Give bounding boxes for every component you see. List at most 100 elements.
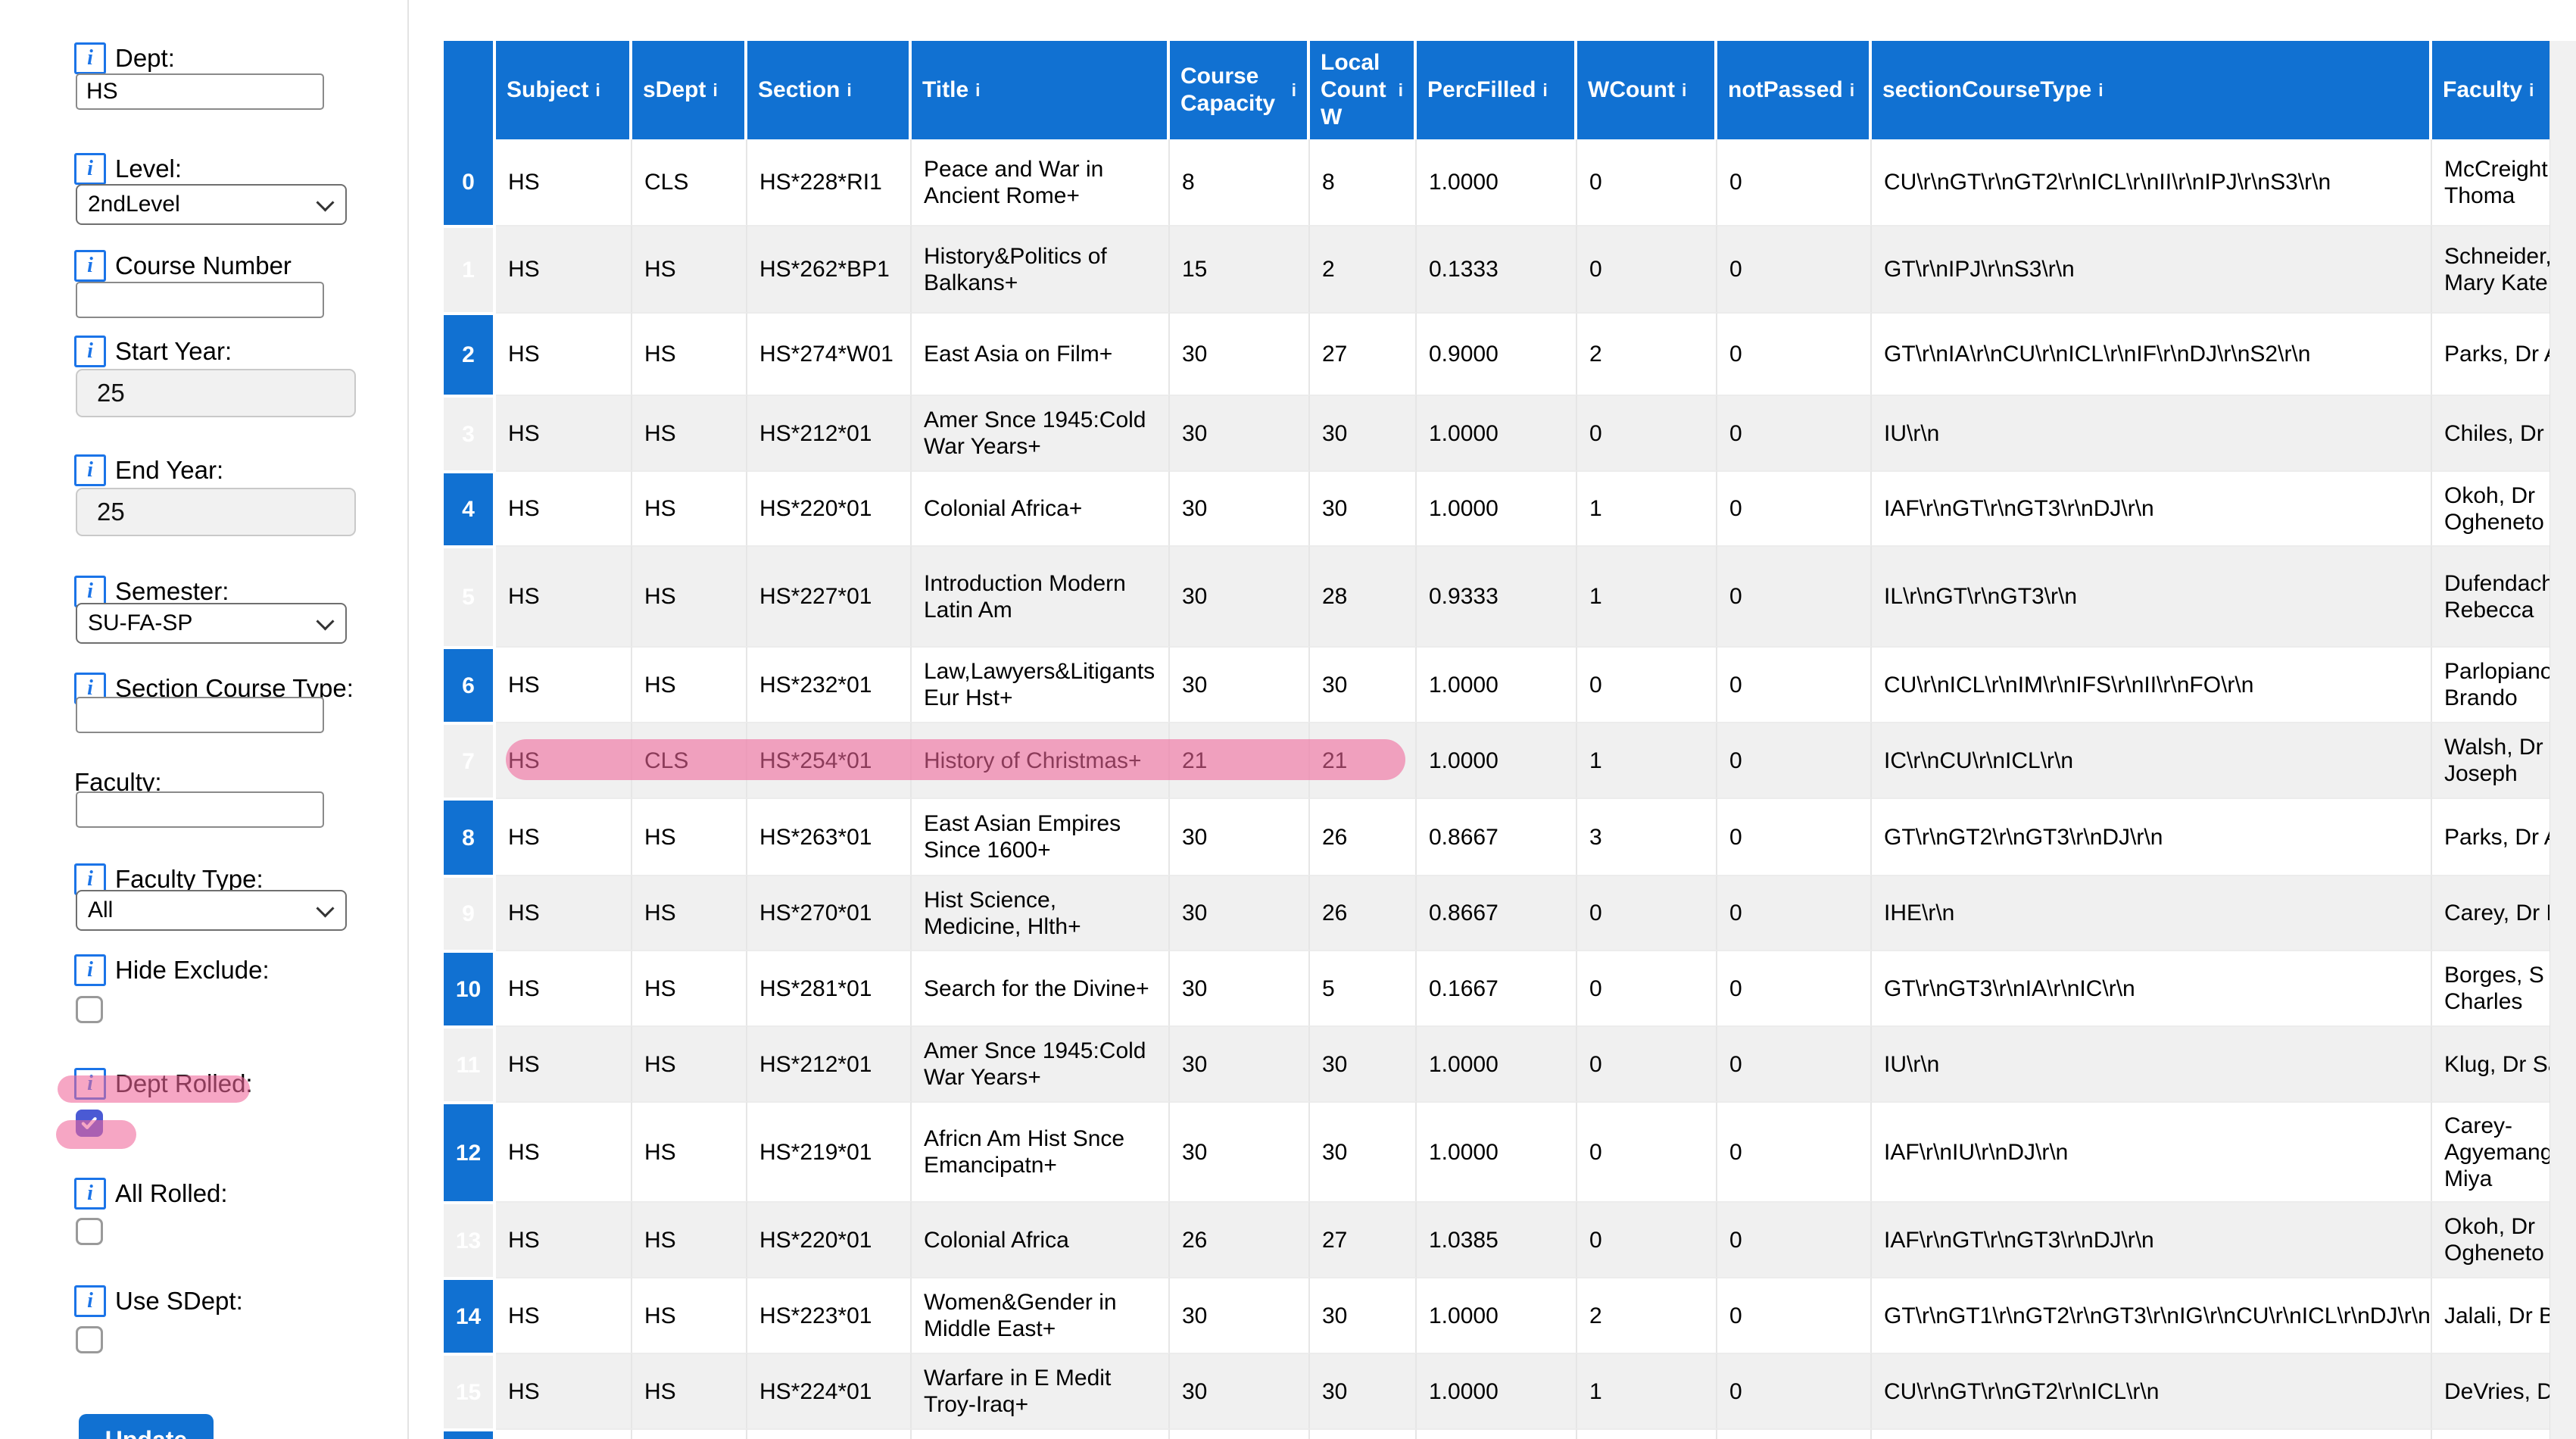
field-control-dept-rolled [76, 1110, 103, 1137]
end-year-input[interactable] [76, 488, 356, 536]
table-row: 3 HS HS HS*212*01 Amer Snce 1945:Cold War Ye… [444, 395, 2576, 470]
dept-input[interactable] [76, 73, 324, 110]
field-label-use-sdept: i Use SDept: [74, 1285, 243, 1317]
cell-local-count-w: 30 [1310, 395, 1417, 470]
column-header-wcount[interactable]: WCount i [1577, 41, 1717, 139]
cell-title: Law,Lawyers&Litigants Eur Hst+ [912, 646, 1170, 722]
cell-sdept: HS [632, 1025, 747, 1101]
cell-subject: HS [496, 1277, 632, 1353]
row-index: 5 [444, 545, 496, 646]
dept-rolled-checkbox[interactable] [76, 1110, 103, 1137]
info-icon[interactable]: i [74, 454, 106, 486]
cell-section: HS*274*W01 [747, 312, 912, 395]
cell-percfilled: 1.0000 [1417, 646, 1577, 722]
column-header-label: sectionCourseType [1882, 77, 2092, 102]
cell-title: Colonial Africa [912, 1201, 1170, 1277]
column-info-icon: i [1542, 80, 1548, 100]
cell-notpassed: 0 [1717, 395, 1872, 470]
cell-sdept: HS [632, 646, 747, 722]
cell-wcount: 0 [1577, 1101, 1717, 1201]
info-icon[interactable]: i [74, 42, 106, 74]
column-header-section[interactable]: Section i [747, 41, 912, 139]
cell-wcount: 2 [1577, 1277, 1717, 1353]
info-icon[interactable]: i [74, 250, 106, 282]
cell-percfilled: 0.8667 [1417, 798, 1577, 875]
course-number-input[interactable] [76, 282, 324, 318]
cell-percfilled: 1.0000 [1417, 1353, 1577, 1428]
column-header-sdept[interactable]: sDept i [632, 41, 747, 139]
column-header-label: Faculty [2443, 77, 2523, 102]
cell-sectioncoursetype: GT\r\nGT3\r\nIA\r\nIC\r\n [1872, 950, 2432, 1025]
column-header-sectioncoursetype[interactable]: sectionCourseType i [1872, 41, 2432, 139]
cell-sectioncoursetype: CU\r\nICL\r\nIM\r\nIFS\r\nII\r\nFO\r\n [1872, 646, 2432, 722]
cell-sdept: HS [632, 1277, 747, 1353]
row-index: 12 [444, 1101, 496, 1201]
cell-local-count-w: 26 [1310, 798, 1417, 875]
cell-title: Introduction Modern Latin Am [912, 545, 1170, 646]
section-course-type-input[interactable] [76, 697, 324, 733]
cell-local-count-w [1310, 1428, 1417, 1439]
cell-percfilled: 1.0000 [1417, 722, 1577, 798]
cell-wcount: 0 [1577, 875, 1717, 950]
column-header-label: sDept [643, 77, 706, 102]
cell-sectioncoursetype: IAF\r\nIU\r\nDJ\r\n [1872, 1101, 2432, 1201]
all-rolled-checkbox[interactable] [76, 1218, 103, 1245]
cell-local-count-w: 30 [1310, 646, 1417, 722]
cell-course-capacity: 30 [1170, 798, 1310, 875]
cell-local-count-w: 8 [1310, 139, 1417, 225]
cell-section: HS*281*01 [747, 950, 912, 1025]
info-icon[interactable]: i [74, 1178, 106, 1210]
info-icon[interactable]: i [74, 954, 106, 986]
table-row: 14 HS HS HS*223*01 Women&Gender in Middle Ea… [444, 1277, 2576, 1353]
cell-subject: HS [496, 646, 632, 722]
field-label-hide-exclude: i Hide Exclude: [74, 954, 270, 986]
cell-title: Hist Science, Medicine, Hlth+ [912, 875, 1170, 950]
cell-section: HS*212*01 [747, 395, 912, 470]
cell-course-capacity: 30 [1170, 1353, 1310, 1428]
level-select[interactable]: 2ndLevel [76, 184, 347, 225]
column-info-icon: i [847, 80, 852, 100]
column-header-title[interactable]: Title i [912, 41, 1170, 139]
field-control-course-number [76, 282, 324, 318]
info-icon[interactable]: i [74, 1285, 106, 1317]
start-year-input[interactable] [76, 369, 356, 417]
cell-course-capacity: 30 [1170, 312, 1310, 395]
row-index: 8 [444, 798, 496, 875]
column-header-label: Subject [507, 77, 589, 102]
cell-wcount: 2 [1577, 312, 1717, 395]
cell-title: Women&Gender in Middle East+ [912, 1277, 1170, 1353]
faculty-input[interactable] [76, 791, 324, 828]
cell-subject: HS [496, 470, 632, 545]
cell-subject: HS [496, 875, 632, 950]
cell-title: Amer Snce 1945:Cold War Years+ [912, 395, 1170, 470]
vertical-scrollbar[interactable] [2549, 41, 2576, 1439]
cell-notpassed: 0 [1717, 312, 1872, 395]
column-header-subject[interactable]: Subject i [496, 41, 632, 139]
field-label-end-year: i End Year: [74, 454, 223, 486]
cell-sectioncoursetype: GT\r\nIA\r\nCU\r\nICL\r\nIF\r\nDJ\r\nS2\… [1872, 312, 2432, 395]
cell-wcount: 0 [1577, 950, 1717, 1025]
info-icon[interactable]: i [74, 1068, 106, 1100]
field-control-level: 2ndLevel [76, 184, 347, 225]
use-sdept-checkbox[interactable] [76, 1326, 103, 1353]
info-icon[interactable]: i [74, 153, 106, 185]
semester-select[interactable]: SU-FA-SP [76, 603, 347, 644]
hide-exclude-checkbox[interactable] [76, 996, 103, 1023]
column-header-local-count-w[interactable]: Local Count W i [1310, 41, 1417, 139]
table-body: 0 HS CLS HS*228*RI1 Peace and War in Ancient… [444, 139, 2576, 1439]
update-button[interactable]: Update [79, 1414, 214, 1439]
cell-section [747, 1428, 912, 1439]
field-label-dept-rolled: i Dept Rolled: [74, 1068, 253, 1100]
row-index: 7 [444, 722, 496, 798]
cell-course-capacity: 30 [1170, 545, 1310, 646]
row-index: 14 [444, 1277, 496, 1353]
info-icon[interactable]: i [74, 336, 106, 367]
cell-sectioncoursetype: CU\r\nGT\r\nGT2\r\nICL\r\n [1872, 1353, 2432, 1428]
column-header-notpassed[interactable]: notPassed i [1717, 41, 1872, 139]
column-header-percfilled[interactable]: PercFilled i [1417, 41, 1577, 139]
cell-notpassed: 0 [1717, 1201, 1872, 1277]
chevron-down-icon [316, 899, 335, 918]
table-row: 4 HS HS HS*220*01 Colonial Africa+ 30 30 1.0000… [444, 470, 2576, 545]
faculty-type-select[interactable]: All [76, 890, 347, 931]
column-header-course-capacity[interactable]: Course Capacity i [1170, 41, 1310, 139]
